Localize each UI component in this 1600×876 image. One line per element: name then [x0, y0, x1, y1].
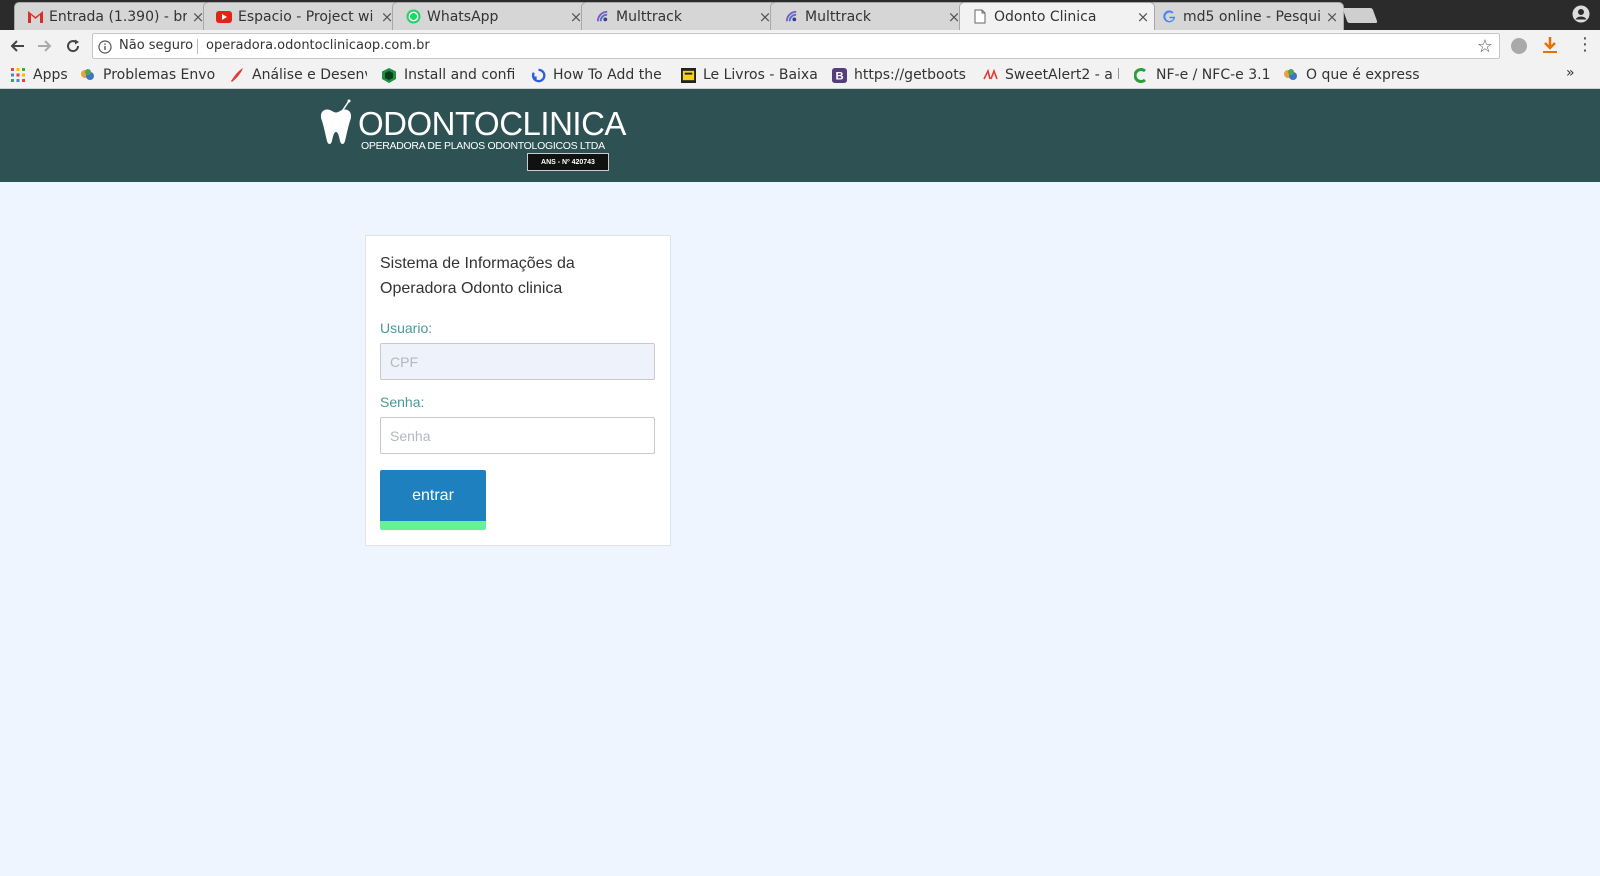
divider [197, 39, 198, 54]
bookmark-favicon-icon [680, 67, 696, 83]
back-icon[interactable] [6, 35, 28, 57]
reload-icon[interactable] [62, 35, 84, 57]
info-icon[interactable] [98, 39, 112, 54]
google-icon [1161, 9, 1177, 25]
bookmark-favicon-icon [530, 67, 546, 83]
bookmark-label: O que é express [1306, 67, 1420, 83]
bookmark-item[interactable]: Install and confi [381, 66, 517, 84]
bookmarks-overflow-icon[interactable]: » [1566, 65, 1575, 81]
browser-toolbar: Não seguro operadora.odontoclinicaop.com… [0, 30, 1600, 61]
tab-whatsapp[interactable]: WhatsApp × [392, 2, 588, 30]
bookmark-favicon-icon [982, 67, 998, 83]
tab-title: Multtrack [805, 8, 871, 25]
multtrack-icon [783, 9, 799, 25]
page-icon [972, 9, 988, 25]
tab-title: Odonto Clinica [994, 8, 1097, 25]
bookmark-item[interactable]: B https://getboots [831, 66, 969, 84]
tab-title: Entrada (1.390) - br [49, 8, 187, 25]
bookmark-favicon-icon [80, 67, 96, 83]
login-title: Sistema de Informações da Operadora Odon… [380, 255, 575, 297]
bookmark-label: Análise e Desenv [252, 67, 367, 83]
user-cpf-input[interactable] [380, 343, 655, 380]
brand-subtitle: OPERADORA DE PLANOS ODONTOLOGICOS LTDA [361, 140, 605, 152]
bookmark-star-icon[interactable]: ☆ [1477, 36, 1493, 57]
forward-icon[interactable] [34, 35, 56, 57]
bookmark-favicon-icon [229, 67, 245, 83]
tab-odonto-clinica[interactable]: Odonto Clinica × [959, 2, 1155, 30]
site-logo[interactable]: ODONTOCLINICA OPERADORA DE PLANOS ODONTO… [316, 95, 626, 177]
download-icon[interactable] [1540, 35, 1560, 55]
url-text[interactable]: operadora.odontoclinicaop.com.br [206, 38, 430, 53]
tab-title: md5 online - Pesqui [1183, 8, 1321, 25]
tab-gmail[interactable]: Entrada (1.390) - br × [14, 2, 210, 30]
bookmark-label: NF-e / NFC-e 3.10 [1156, 67, 1270, 83]
tab-multtrack-2[interactable]: Multtrack × [770, 2, 966, 30]
bookmark-item[interactable]: Le Livros - Baixar [680, 66, 817, 84]
bookmark-label: How To Add the [553, 67, 662, 83]
bookmark-label: Apps [33, 67, 68, 83]
bookmarks-bar: Apps Problemas Envo Análise e Desenv Ins… [0, 61, 1600, 89]
close-icon[interactable]: × [1132, 8, 1154, 26]
menu-icon[interactable]: ⋮ [1576, 35, 1594, 55]
bookmark-label: SweetAlert2 - a b [1005, 67, 1119, 83]
password-input[interactable] [380, 417, 655, 454]
tooth-icon [316, 99, 356, 149]
new-tab-button[interactable] [1342, 8, 1378, 23]
bookmark-item[interactable]: SweetAlert2 - a b [982, 66, 1119, 84]
profile-icon[interactable] [1572, 5, 1590, 23]
bookmark-label: https://getboots [854, 67, 966, 83]
bookmark-item[interactable]: Análise e Desenv [229, 66, 367, 84]
whatsapp-icon [405, 9, 421, 25]
bookmark-item[interactable]: NF-e / NFC-e 3.10 [1133, 66, 1270, 84]
tab-title: WhatsApp [427, 8, 499, 25]
bookmark-item[interactable]: Problemas Envo [80, 66, 217, 84]
tab-youtube[interactable]: Espacio - Project wi × [203, 2, 399, 30]
site-header: ODONTOCLINICA OPERADORA DE PLANOS ODONTO… [0, 89, 1600, 182]
user-label: Usuario: [380, 320, 433, 336]
tab-title: Espacio - Project wi [238, 8, 374, 25]
extension-icon[interactable] [1511, 38, 1527, 54]
bookmark-apps[interactable]: Apps [10, 66, 72, 84]
apps-grid-icon [10, 67, 26, 83]
bookmark-favicon-icon [1283, 67, 1299, 83]
tab-strip: Entrada (1.390) - br × Espacio - Project… [0, 0, 1600, 30]
address-bar[interactable]: Não seguro operadora.odontoclinicaop.com… [92, 33, 1500, 59]
multtrack-icon [594, 9, 610, 25]
gmail-icon [27, 9, 43, 25]
close-icon[interactable]: × [1321, 8, 1343, 26]
password-label: Senha: [380, 394, 425, 410]
bookmark-label: Install and confi [404, 67, 516, 83]
brand-name: ODONTOCLINICA [358, 105, 626, 142]
bootstrap-icon: B [831, 67, 847, 83]
security-label[interactable]: Não seguro [119, 38, 193, 53]
login-card: Sistema de Informações da Operadora Odon… [365, 235, 671, 546]
bookmark-favicon-icon [1133, 67, 1149, 83]
tab-multtrack-1[interactable]: Multtrack × [581, 2, 777, 30]
svg-text:B: B [835, 70, 843, 82]
bookmark-item[interactable]: How To Add the [530, 66, 665, 84]
page-content: ODONTOCLINICA OPERADORA DE PLANOS ODONTO… [0, 89, 1600, 876]
tab-md5-online[interactable]: md5 online - Pesqui × [1148, 2, 1344, 30]
bookmark-item[interactable]: O que é express [1283, 66, 1423, 84]
youtube-icon [216, 9, 232, 25]
bookmark-label: Problemas Envo [103, 67, 216, 83]
bookmark-label: Le Livros - Baixar [703, 67, 817, 83]
login-button[interactable]: entrar [380, 470, 486, 530]
ans-badge: ANS - Nº 420743 [527, 153, 609, 171]
bookmark-favicon-icon [381, 67, 397, 83]
tab-title: Multtrack [616, 8, 682, 25]
